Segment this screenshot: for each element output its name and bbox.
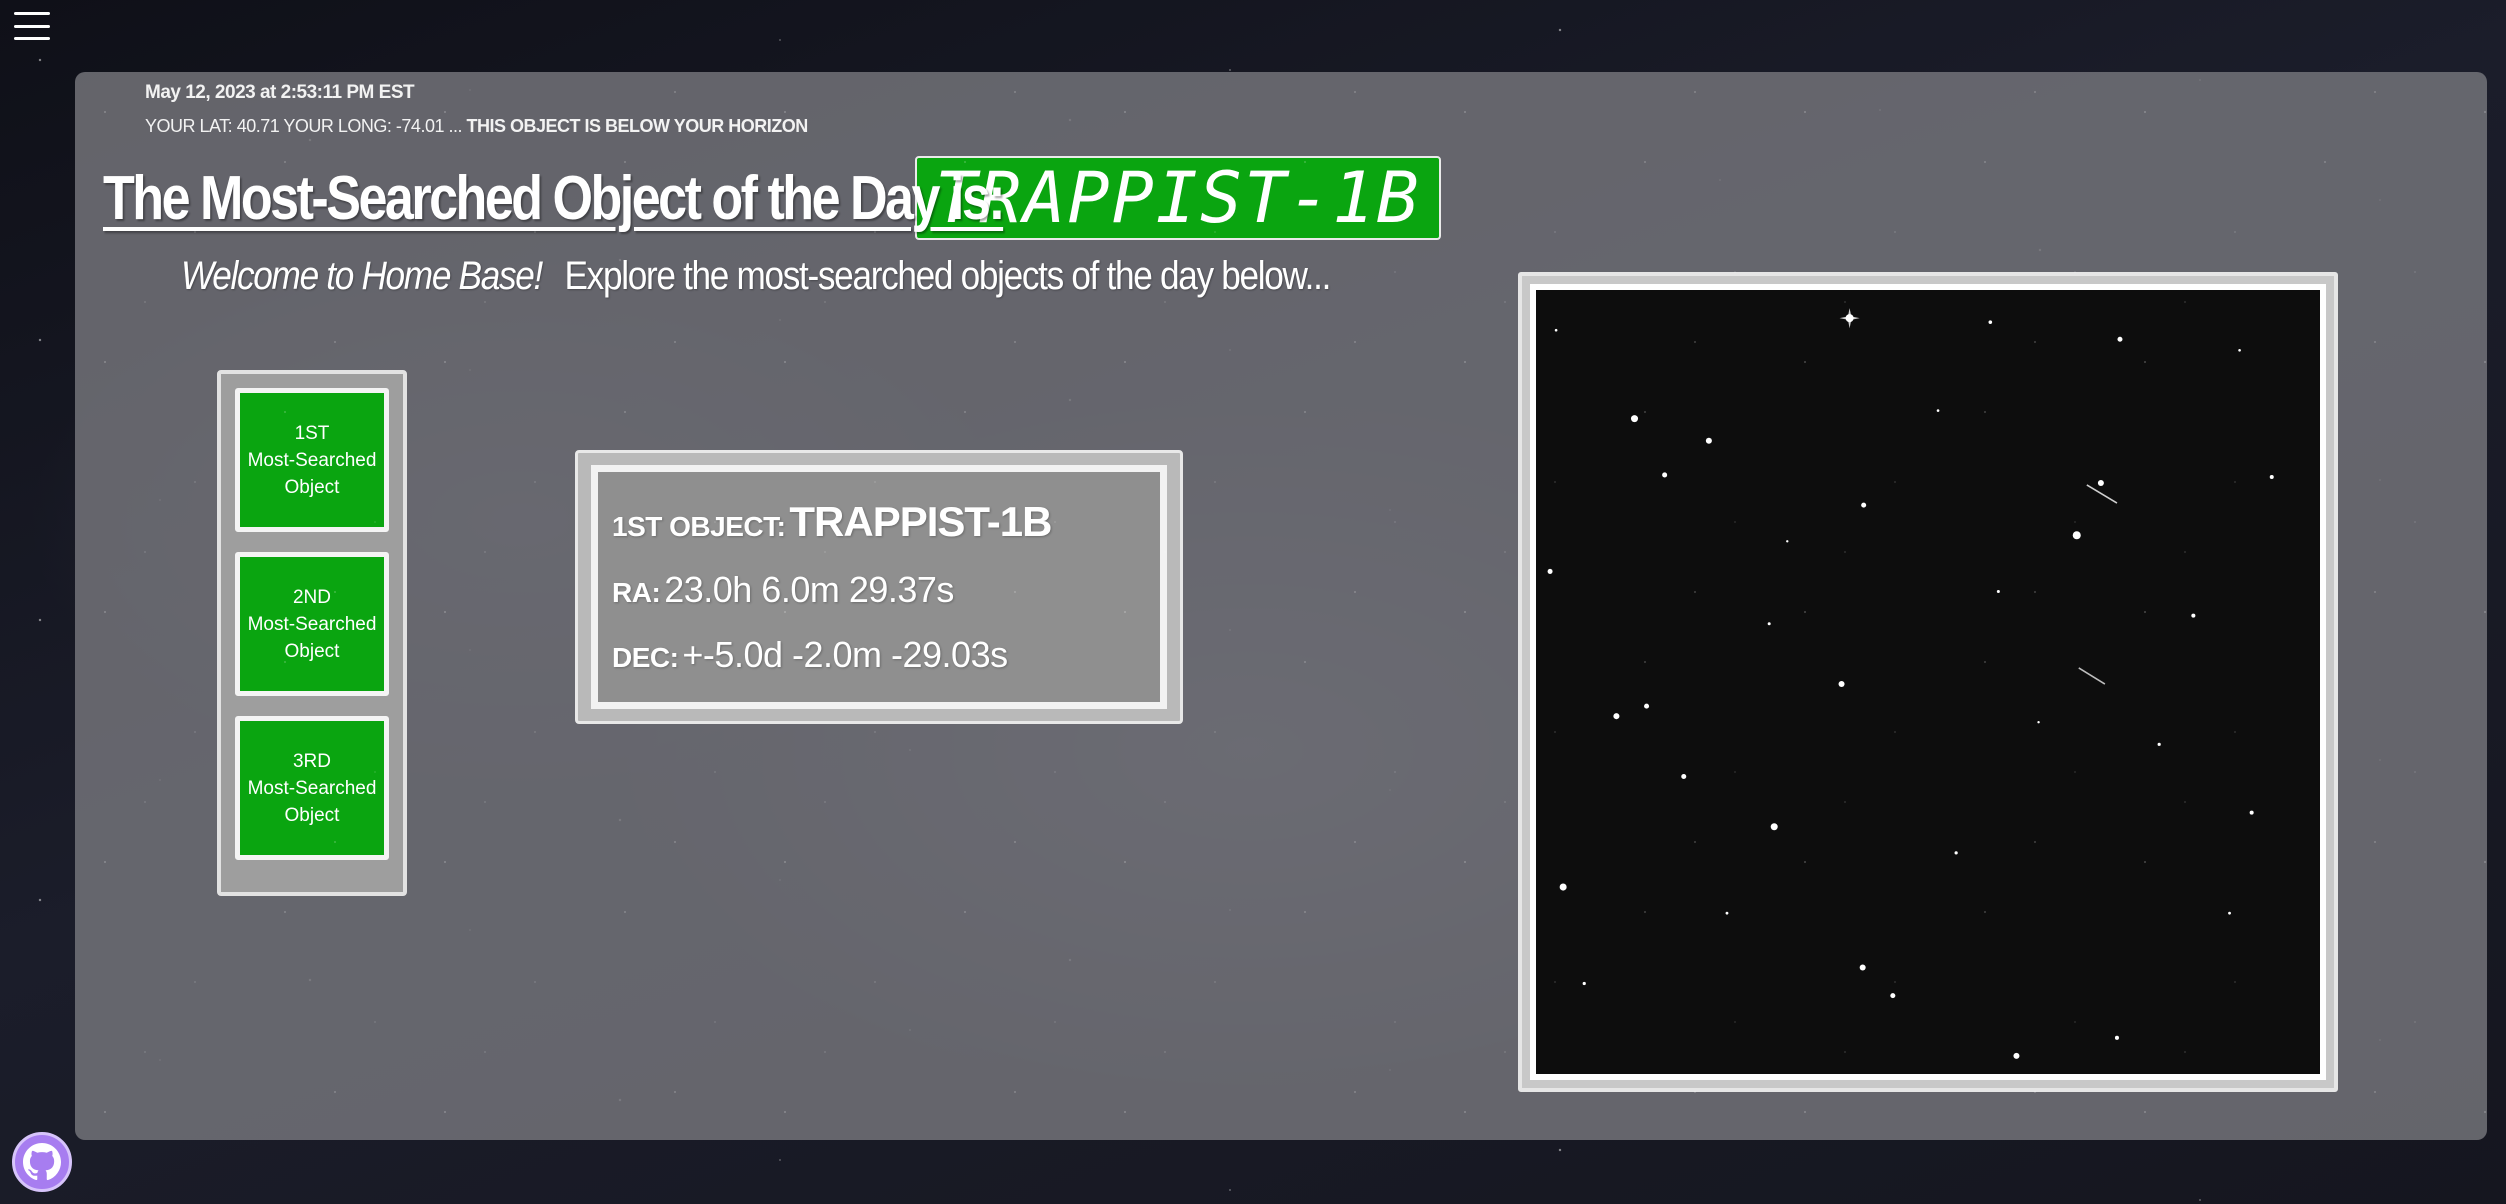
horizon-status: THIS OBJECT IS BELOW YOUR HORIZON (466, 116, 809, 136)
object-name-row: 1ST OBJECT: TRAPPIST-1B (612, 498, 1146, 546)
first-object-button[interactable]: 1ST Most-Searched Object (235, 388, 389, 532)
object-value: TRAPPIST-1B (789, 497, 1052, 545)
ra-value: 23.0h 6.0m 29.37s (664, 568, 954, 610)
rank-button-label: Most-Searched (247, 777, 377, 799)
rank-button-label: Object (284, 804, 340, 826)
sky-image (1530, 284, 2326, 1080)
location-coordinates: YOUR LAT: 40.71 YOUR LONG: -74.01 ... (145, 116, 462, 136)
rank-button-rank: 2ND (292, 586, 331, 608)
rank-button-rank: 1ST (294, 422, 330, 444)
rank-button-label: Most-Searched (247, 613, 377, 635)
ra-label: RA: (612, 576, 661, 608)
timestamp: May 12, 2023 at 2:53:11 PM EST (145, 82, 415, 103)
ra-row: RA: 23.0h 6.0m 29.37s (612, 569, 1146, 611)
dec-value: +-5.0d -2.0m -29.03s (682, 634, 1008, 676)
dec-label: DEC: (612, 642, 679, 674)
second-object-button[interactable]: 2ND Most-Searched Object (235, 552, 389, 696)
object-label: 1ST OBJECT: (612, 510, 786, 542)
rank-button-rank: 3RD (292, 750, 331, 772)
location-line: YOUR LAT: 40.71 YOUR LONG: -74.01 ... TH… (145, 116, 808, 137)
object-info-inner: 1ST OBJECT: TRAPPIST-1B RA: 23.0h 6.0m 2… (591, 465, 1167, 709)
welcome-subtitle: Explore the most-searched objects of the… (564, 254, 1332, 298)
main-panel: May 12, 2023 at 2:53:11 PM EST YOUR LAT:… (75, 72, 2487, 1140)
rank-button-label: Object (284, 640, 340, 662)
sky-image-frame (1518, 272, 2338, 1092)
third-object-button[interactable]: 3RD Most-Searched Object (235, 716, 389, 860)
sky-image-starfield (1536, 290, 2320, 1074)
page-title: The Most-Searched Object of the Day is: (103, 163, 1006, 233)
rank-selector: 1ST Most-Searched Object 2ND Most-Search… (217, 370, 407, 896)
dec-row: DEC: +-5.0d -2.0m -29.03s (612, 634, 1146, 676)
headline: The Most-Searched Object of the Day is: … (103, 156, 1441, 240)
github-logo-icon (23, 1143, 61, 1181)
object-info-card: 1ST OBJECT: TRAPPIST-1B RA: 23.0h 6.0m 2… (575, 450, 1183, 724)
github-icon[interactable] (12, 1132, 72, 1192)
rank-button-label: Most-Searched (247, 449, 377, 471)
rank-button-label: Object (284, 476, 340, 498)
welcome-line: Welcome to Home Base! Explore the most-s… (181, 254, 1332, 299)
hamburger-menu-icon[interactable] (12, 8, 52, 44)
welcome-greeting: Welcome to Home Base! (181, 254, 543, 298)
